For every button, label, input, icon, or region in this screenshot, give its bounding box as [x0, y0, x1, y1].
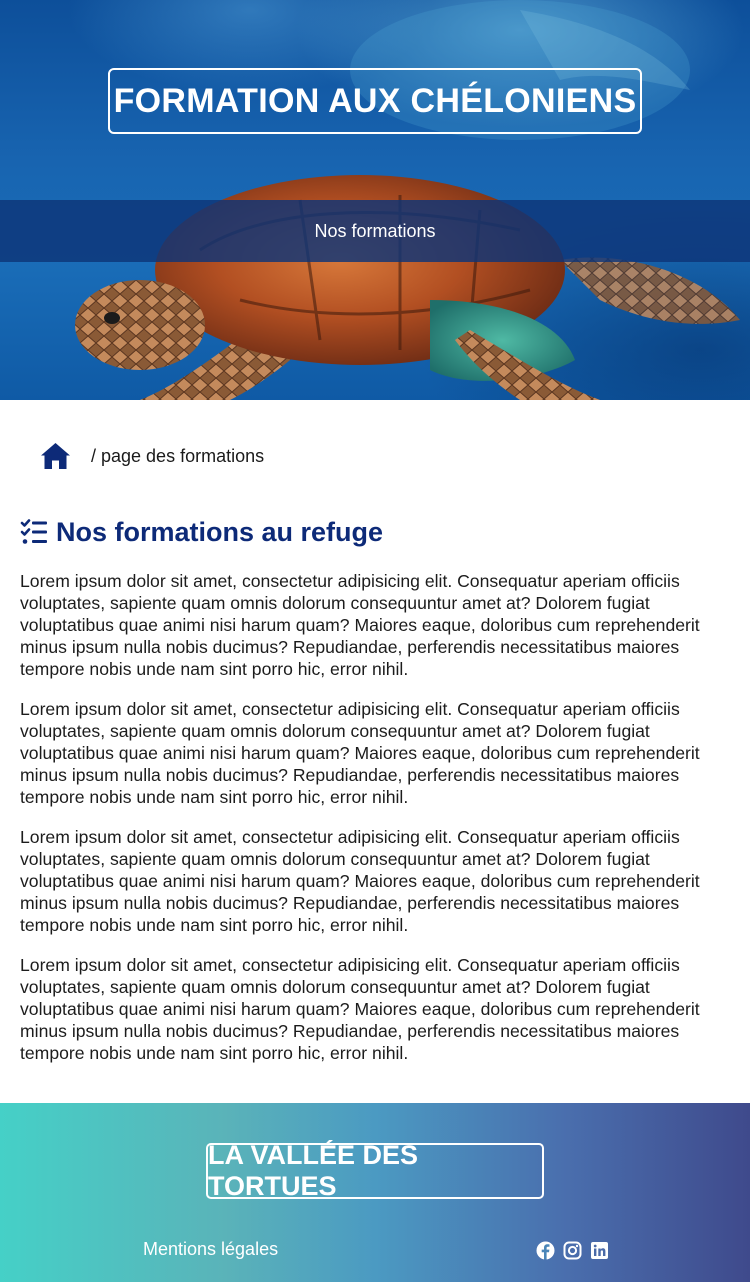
facebook-icon[interactable]: [536, 1241, 555, 1260]
page-title: Nos formations au refuge: [20, 513, 383, 551]
linkedin-icon[interactable]: [590, 1241, 609, 1260]
legal-notice-link[interactable]: Mentions légales: [143, 1239, 278, 1260]
paragraph: Lorem ipsum dolor sit amet, consectetur …: [20, 571, 700, 679]
paragraph: Lorem ipsum dolor sit amet, consectetur …: [20, 827, 700, 935]
paragraphs: Lorem ipsum dolor sit amet, consectetur …: [20, 570, 732, 1082]
hero-banner: FORMATION AUX CHÉLONIENS Nos formations: [0, 0, 750, 400]
paragraph: Lorem ipsum dolor sit amet, consectetur …: [20, 955, 700, 1063]
instagram-icon[interactable]: [563, 1241, 582, 1260]
social-links: [536, 1241, 609, 1260]
footer: LA VALLÉE DES TORTUES Mentions légales: [0, 1103, 750, 1282]
checklist-icon: [20, 519, 48, 545]
main-nav-band: Nos formations: [0, 200, 750, 262]
breadcrumb: / page des formations: [40, 440, 264, 472]
breadcrumb-current: / page des formations: [91, 445, 265, 466]
page-title-text: Nos formations au refuge: [56, 516, 384, 547]
nav-link-formations[interactable]: Nos formations: [314, 221, 435, 242]
footer-brand[interactable]: LA VALLÉE DES TORTUES: [206, 1140, 544, 1201]
hero-title: FORMATION AUX CHÉLONIENS: [108, 68, 642, 134]
paragraph: Lorem ipsum dolor sit amet, consectetur …: [20, 699, 700, 807]
home-icon[interactable]: [40, 442, 71, 470]
